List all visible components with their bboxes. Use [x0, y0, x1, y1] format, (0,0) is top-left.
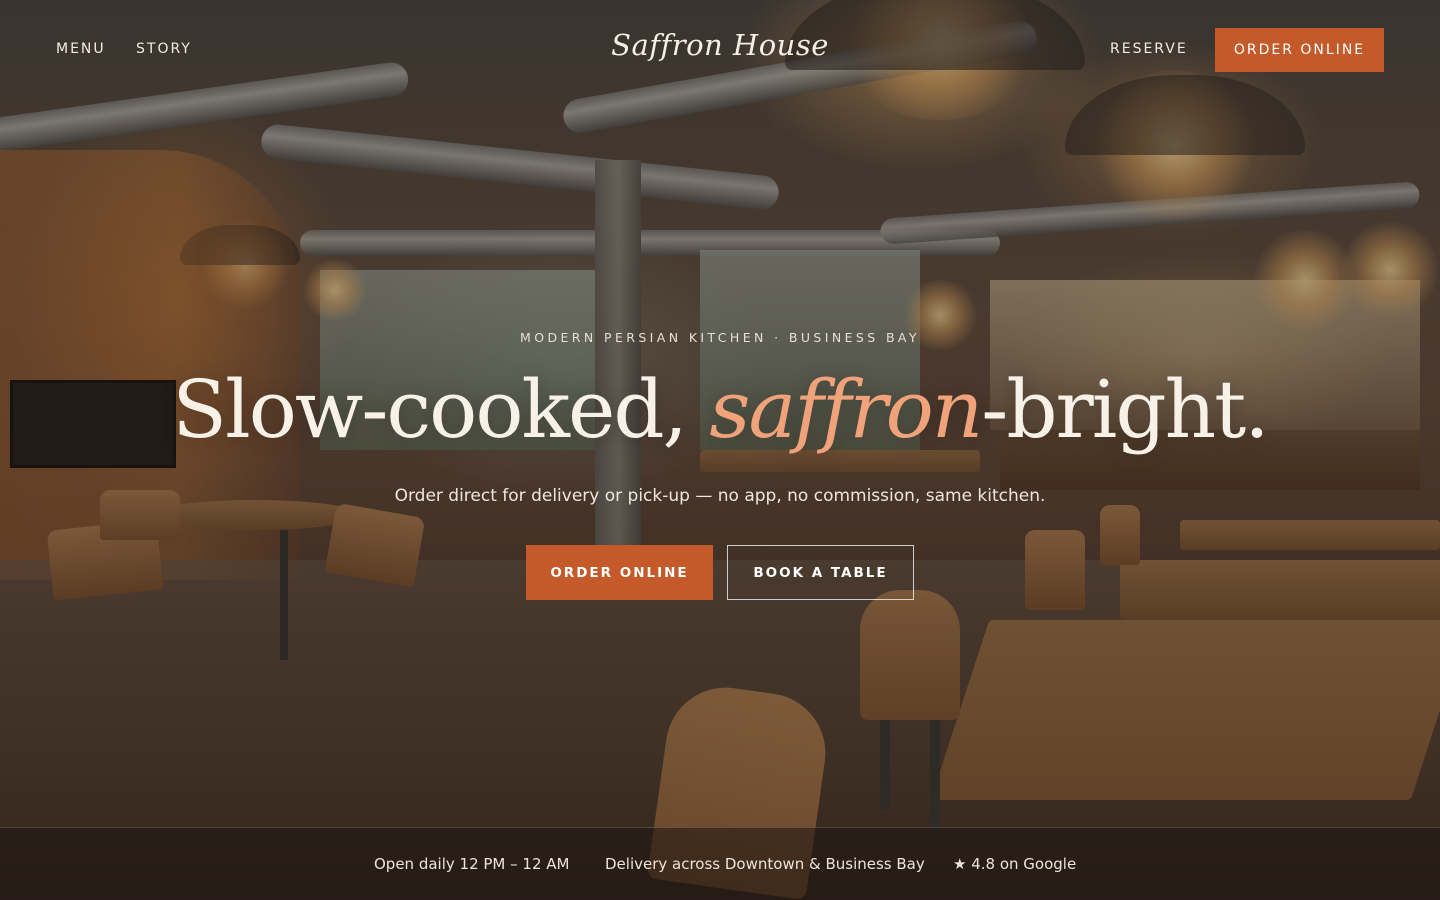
hero-subline: Order direct for delivery or pick-up — n…: [394, 486, 1046, 506]
info-bar: Open daily 12 PM – 12 AM Delivery across…: [0, 827, 1440, 900]
hero-eyebrow: MODERN PERSIAN KITCHEN · BUSINESS BAY: [520, 330, 920, 345]
book-table-button[interactable]: BOOK A TABLE: [727, 545, 914, 600]
nav-menu-link[interactable]: MENU: [56, 41, 106, 57]
nav-story-link[interactable]: STORY: [136, 41, 192, 57]
nav-reserve-link[interactable]: RESERVE: [1110, 41, 1188, 57]
nav-order-online-button[interactable]: ORDER ONLINE: [1215, 28, 1384, 72]
opening-hours: Open daily 12 PM – 12 AM: [374, 855, 570, 873]
headline-accent: saffron: [709, 363, 983, 456]
headline-part-1: Slow-cooked,: [172, 363, 710, 456]
order-online-button[interactable]: ORDER ONLINE: [526, 545, 713, 600]
headline-part-2: -bright.: [981, 363, 1269, 456]
google-rating: ★ 4.8 on Google: [953, 855, 1077, 873]
logo[interactable]: Saffron House: [611, 28, 829, 62]
hero-headline: Slow-cooked, saffron-bright.: [0, 358, 1440, 462]
delivery-area: Delivery across Downtown & Business Bay: [605, 855, 925, 873]
